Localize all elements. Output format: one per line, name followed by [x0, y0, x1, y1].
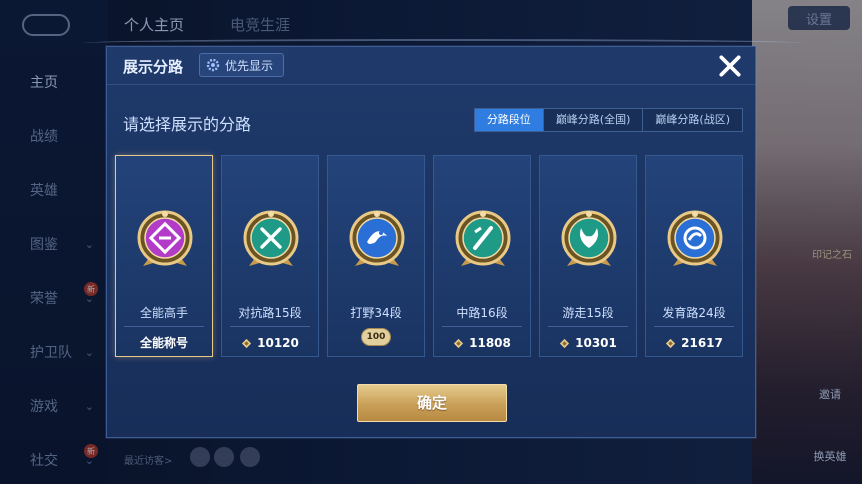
lane-card[interactable]: 中路16段 11808 [433, 155, 531, 357]
lane-card-score: 21617 [646, 332, 742, 354]
priority-display-button[interactable]: 优先显示 [199, 53, 285, 77]
lane-card-name: 全能高手 [139, 306, 188, 320]
card-divider [654, 326, 734, 327]
dialog-header: 展示分路 优先显示 [107, 47, 757, 85]
lane-card-title-tag: 全能称号 [139, 336, 188, 350]
lane-card-score: 10120 [222, 332, 318, 354]
gear-icon [206, 58, 220, 72]
lane-card-name: 对抗路15段 [238, 306, 302, 320]
dialog-title: 展示分路 [123, 58, 184, 76]
lane-card-score-value: 10120 [257, 336, 299, 350]
lane-card-score-value: 11808 [469, 336, 511, 350]
star-count-value: 100 [361, 328, 391, 346]
decorative-ribbon [83, 39, 803, 47]
card-divider [230, 326, 310, 327]
tab-peak-lane-region[interactable]: 巅峰分路(战区) [642, 109, 742, 131]
rank-points-icon [454, 338, 464, 348]
rank-points-icon [560, 338, 570, 348]
star-count-badge: 100 [334, 326, 418, 348]
card-divider [124, 326, 204, 327]
lane-card-score-value: 21617 [681, 336, 723, 350]
dialog-subtitle: 请选择展示的分路 [123, 115, 252, 134]
lane-card[interactable]: 全能高手 全能称号 [115, 155, 213, 357]
lane-card-name: 打野34段 [350, 306, 402, 320]
lane-card-score: 10301 [540, 332, 636, 354]
lane-card-name: 游走15段 [562, 306, 614, 320]
versatile-emblem-icon [135, 206, 195, 272]
rank-points-icon [242, 338, 252, 348]
clash-lane-emblem-icon [241, 206, 301, 272]
rank-points-icon [666, 338, 676, 348]
lane-cards: 全能高手 全能称号 对抗路15段 10120 打野34段 100 中路16段 11808 游走1… [115, 155, 743, 357]
lane-card-name: 发育路24段 [662, 306, 726, 320]
lane-card-name: 中路16段 [456, 306, 508, 320]
close-icon[interactable] [715, 51, 745, 81]
roam-emblem-icon [559, 206, 619, 272]
card-divider [442, 326, 522, 327]
show-lane-dialog: 展示分路 优先显示 请选择展示的分路 分路段位 巅峰分路(全国) 巅峰分路(战区… [83, 39, 803, 438]
lane-card[interactable]: 游走15段 10301 [539, 155, 637, 357]
lane-card[interactable]: 打野34段 100 [327, 155, 425, 357]
lane-card-score: 11808 [434, 332, 530, 354]
tab-peak-lane-national[interactable]: 巅峰分路(全国) [542, 109, 643, 131]
card-divider [548, 326, 628, 327]
confirm-button[interactable]: 确定 [357, 384, 507, 422]
tab-lane-rank[interactable]: 分路段位 [474, 109, 543, 131]
lane-card[interactable]: 发育路24段 21617 [645, 155, 743, 357]
jungle-emblem-icon [347, 206, 407, 272]
lane-card-score-value: 10301 [575, 336, 617, 350]
priority-display-label: 优先显示 [225, 58, 274, 73]
lane-card[interactable]: 对抗路15段 10120 [221, 155, 319, 357]
filter-tabs: 分路段位 巅峰分路(全国) 巅峰分路(战区) [473, 108, 743, 132]
farm-lane-emblem-icon [665, 206, 725, 272]
mid-lane-emblem-icon [453, 206, 513, 272]
